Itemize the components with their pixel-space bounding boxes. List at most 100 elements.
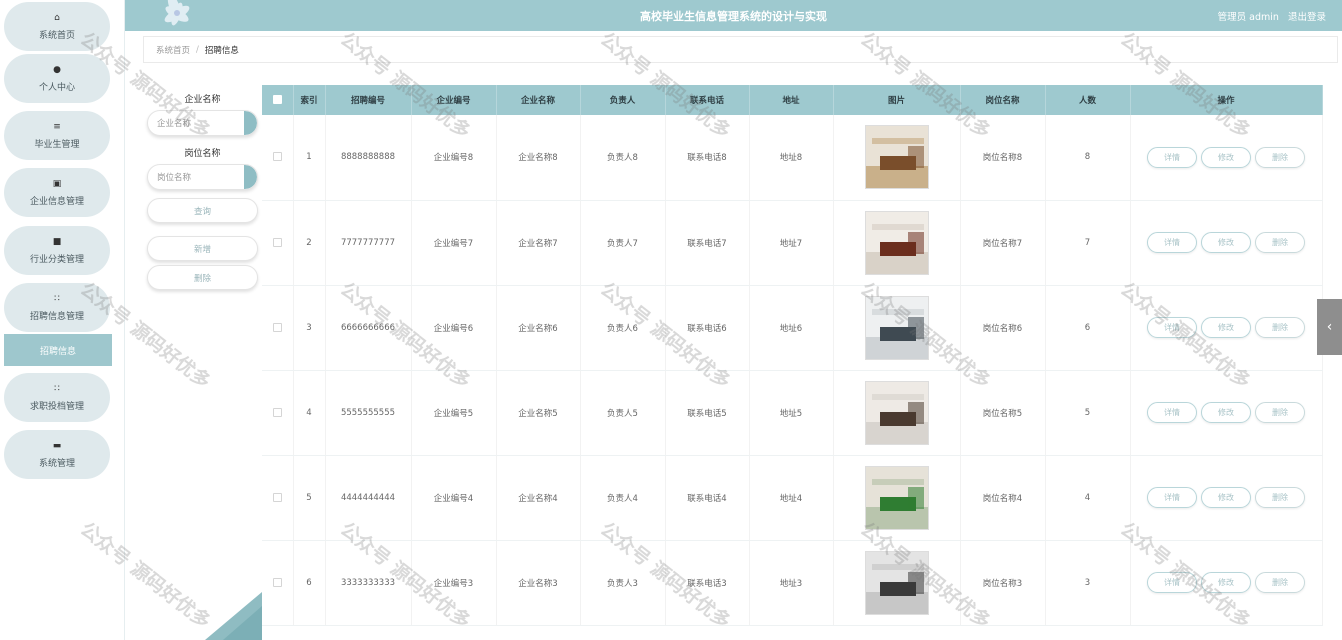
side-collapse-tab[interactable]: ‹ — [1317, 299, 1342, 355]
company-name-cell: 企业名称7 — [496, 200, 581, 286]
top-header: 高校毕业生信息管理系统的设计与实现 管理员 admin 退出登录 — [125, 0, 1342, 31]
select-all-checkbox[interactable] — [272, 95, 282, 104]
detail-button[interactable]: 详情 — [1147, 572, 1197, 593]
manager-cell: 负责人6 — [580, 285, 666, 371]
index-cell: 5 — [293, 455, 326, 541]
chevron-left-icon: ‹ — [1326, 319, 1333, 335]
detail-button[interactable]: 详情 — [1147, 146, 1197, 168]
sidebar-subitem-recruitment-info[interactable]: 招聘信息 — [4, 334, 112, 366]
row-checkbox[interactable] — [272, 237, 282, 247]
column-header: 岗位名称 — [960, 85, 1046, 115]
breadcrumb-current: 招聘信息 — [204, 45, 239, 56]
job-name-cell: 岗位名称7 — [960, 200, 1046, 286]
office-photo-thumbnail[interactable] — [864, 210, 929, 275]
office-photo-thumbnail[interactable] — [864, 125, 929, 190]
office-photo-thumbnail[interactable] — [864, 295, 929, 360]
job-name-input[interactable]: 岗位名称 — [147, 164, 258, 190]
table-body: 1 8888888888 企业编号8 企业名称8 负责人8 联系电话8 地址8 岗位名称8 8 详… — [262, 115, 1323, 626]
table-row: 3 6666666666 企业编号6 企业名称6 负责人6 联系电话6 地址6 岗位名称6 6 详… — [262, 285, 1323, 371]
sidebar-item-industries[interactable]: ■ 行业分类管理 — [4, 226, 110, 275]
company-no-cell: 企业编号6 — [411, 285, 497, 371]
manager-cell: 负责人4 — [580, 455, 666, 541]
sidebar-item-label: 招聘信息管理 — [29, 311, 84, 322]
detail-button[interactable]: 详情 — [1147, 402, 1197, 423]
company-name-cell: 企业名称3 — [496, 540, 581, 626]
headcount-cell: 8 — [1045, 115, 1131, 201]
edit-button[interactable]: 修改 — [1201, 402, 1251, 423]
sidebar-item-home[interactable]: ⌂ 系统首页 — [4, 2, 110, 51]
user-area: 管理员 admin 退出登录 — [1218, 9, 1326, 23]
breadcrumb-home[interactable]: 系统首页 — [156, 44, 190, 56]
table-row: 4 5555555555 企业编号5 企业名称5 负责人5 联系电话5 地址5 岗位名称5 5 详… — [262, 370, 1323, 456]
job-name-cell: 岗位名称8 — [960, 115, 1046, 201]
add-button[interactable]: 新增 — [147, 236, 258, 261]
sidebar-item-applications[interactable]: ∷ 求职投档管理 — [4, 373, 110, 422]
row-checkbox[interactable] — [272, 577, 282, 587]
index-cell: 4 — [293, 370, 326, 456]
input-accent-cap — [244, 165, 257, 189]
column-header: 图片 — [833, 85, 961, 115]
delete-button[interactable]: 删除 — [1255, 402, 1305, 423]
job-name-cell: 岗位名称4 — [960, 455, 1046, 541]
index-cell: 1 — [293, 115, 326, 201]
grid-icon: ∷ — [54, 293, 60, 304]
office-photo-thumbnail[interactable] — [864, 380, 929, 445]
recruit-no-cell: 6666666666 — [325, 285, 412, 371]
detail-button[interactable]: 详情 — [1147, 232, 1197, 253]
sidebar-item-label: 求职投档管理 — [29, 401, 84, 412]
edit-button[interactable]: 修改 — [1201, 232, 1251, 253]
column-header: 企业编号 — [411, 85, 497, 115]
row-select-cell — [262, 200, 294, 286]
corner-decoration — [205, 592, 262, 640]
row-checkbox[interactable] — [272, 407, 282, 417]
delete-button[interactable]: 删除 — [1255, 146, 1305, 168]
office-photo-thumbnail[interactable] — [864, 550, 929, 615]
sidebar-item-graduates[interactable]: ≡ 毕业生管理 — [4, 111, 110, 160]
headcount-cell: 6 — [1045, 285, 1131, 371]
actions-cell: 详情 修改 删除 — [1130, 200, 1323, 286]
actions-cell: 详情 修改 删除 — [1130, 455, 1323, 541]
address-cell: 地址6 — [749, 285, 834, 371]
query-button[interactable]: 查询 — [147, 198, 258, 223]
index-cell: 6 — [293, 540, 326, 626]
row-select-cell — [262, 285, 294, 371]
breadcrumb-separator: / — [196, 44, 199, 55]
manager-cell: 负责人8 — [580, 115, 666, 201]
company-no-cell: 企业编号7 — [411, 200, 497, 286]
delete-button[interactable]: 删除 — [1255, 487, 1305, 508]
office-photo-thumbnail[interactable] — [864, 465, 929, 530]
image-cell — [833, 370, 961, 456]
sidebar-item-recruitment[interactable]: ∷ 招聘信息管理 — [4, 283, 110, 332]
edit-button[interactable]: 修改 — [1201, 487, 1251, 508]
company-no-cell: 企业编号5 — [411, 370, 497, 456]
detail-button[interactable]: 详情 — [1147, 317, 1197, 338]
delete-button[interactable]: 删除 — [1255, 572, 1305, 593]
edit-button[interactable]: 修改 — [1201, 572, 1251, 593]
phone-cell: 联系电话3 — [665, 540, 750, 626]
row-checkbox[interactable] — [272, 152, 282, 162]
sidebar-subitem-label: 招聘信息 — [39, 346, 76, 357]
row-checkbox[interactable] — [272, 492, 282, 502]
column-header: 招聘编号 — [325, 85, 412, 115]
recruit-no-cell: 8888888888 — [325, 115, 412, 201]
sidebar-item-profile[interactable]: ● 个人中心 — [4, 54, 110, 103]
job-name-label: 岗位名称 — [184, 149, 221, 159]
row-checkbox[interactable] — [272, 322, 282, 332]
image-cell — [833, 540, 961, 626]
phone-cell: 联系电话8 — [665, 115, 750, 201]
admin-label: 管理员 admin — [1217, 12, 1279, 23]
edit-button[interactable]: 修改 — [1201, 146, 1251, 168]
address-cell: 地址8 — [749, 115, 834, 201]
sidebar-item-system[interactable]: ▬ 系统管理 — [4, 430, 110, 479]
batch-delete-button[interactable]: 删除 — [147, 265, 258, 290]
delete-button[interactable]: 删除 — [1255, 232, 1305, 253]
edit-button[interactable]: 修改 — [1201, 317, 1251, 338]
sidebar-item-label: 系统管理 — [38, 458, 75, 469]
column-header: 负责人 — [580, 85, 666, 115]
user-icon: ● — [53, 64, 61, 75]
logout-link[interactable]: 退出登录 — [1288, 12, 1326, 23]
sidebar-item-companies[interactable]: ▣ 企业信息管理 — [4, 168, 110, 217]
delete-button[interactable]: 删除 — [1255, 317, 1305, 338]
detail-button[interactable]: 详情 — [1147, 487, 1197, 508]
company-name-input[interactable]: 企业名称 — [147, 110, 258, 136]
